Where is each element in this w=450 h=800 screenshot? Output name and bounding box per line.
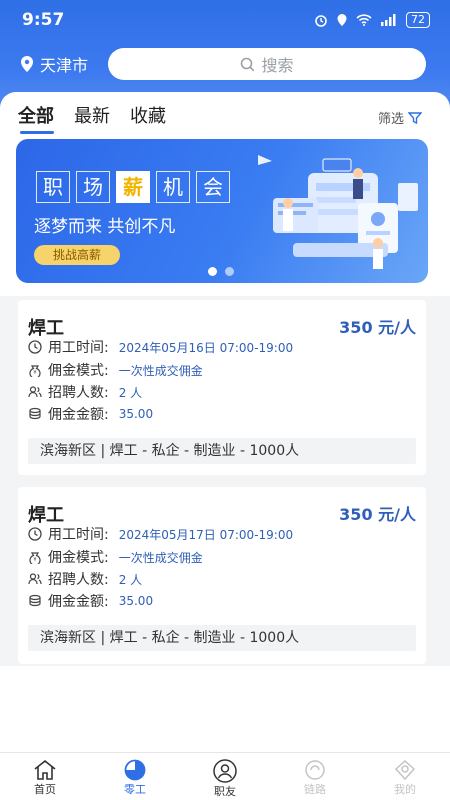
job-amount-value: 35.00 bbox=[118, 407, 154, 421]
signal-icon bbox=[381, 14, 396, 26]
nav-gig[interactable]: 零工 bbox=[90, 753, 180, 800]
money-bag-icon: ¥ bbox=[29, 365, 41, 377]
job-amount-label: 佣金金额: bbox=[48, 594, 109, 610]
person-icon bbox=[213, 759, 237, 783]
job-amount-row: 佣金金额: 35.00 bbox=[28, 591, 153, 611]
nav-mine[interactable]: 我的 bbox=[360, 753, 450, 800]
filter-button[interactable]: 筛选 bbox=[378, 108, 422, 127]
job-mode-row: ¥ 佣金模式: 一次性成交佣金 bbox=[28, 547, 203, 567]
job-time-value: 2024年05月16日 07:00-19:00 bbox=[118, 340, 294, 355]
wifi-icon bbox=[356, 14, 372, 26]
job-mode-value: 一次性成交佣金 bbox=[118, 363, 203, 378]
job-amount-value: 35.00 bbox=[118, 594, 154, 608]
promo-banner[interactable]: 职 场 薪 机 会 逐梦而来 共创不凡 挑战高薪 bbox=[16, 139, 428, 283]
job-count-value: 2 人 bbox=[118, 572, 143, 587]
carousel-dot[interactable] bbox=[225, 267, 234, 276]
filter-tabs: 全部 最新 收藏 bbox=[18, 102, 166, 134]
job-time-label: 用工时间: bbox=[48, 340, 109, 356]
search-input[interactable]: 搜索 bbox=[108, 48, 426, 80]
people-icon bbox=[28, 573, 42, 585]
search-icon bbox=[241, 57, 255, 71]
banner-char: 会 bbox=[196, 171, 230, 203]
city-selector[interactable]: 天津市 bbox=[20, 52, 88, 76]
svg-text:¥: ¥ bbox=[33, 370, 36, 376]
nav-link-label: 链路 bbox=[304, 783, 326, 796]
nav-friends[interactable]: 职友 bbox=[180, 753, 270, 800]
svg-text:¥: ¥ bbox=[33, 557, 36, 563]
banner-title: 职 场 薪 机 会 bbox=[36, 171, 230, 203]
nav-gig-label: 零工 bbox=[124, 783, 146, 796]
battery-indicator: 72 bbox=[406, 12, 430, 28]
user-icon bbox=[394, 759, 416, 781]
coins-icon bbox=[29, 594, 41, 607]
status-bar: 9:57 72 bbox=[0, 0, 450, 40]
banner-char: 职 bbox=[36, 171, 70, 203]
job-card[interactable]: 焊工 350 元/人 用工时间: 2024年05月17日 07:00-19:00… bbox=[18, 487, 426, 664]
job-mode-row: ¥ 佣金模式: 一次性成交佣金 bbox=[28, 360, 203, 380]
job-count-value: 2 人 bbox=[118, 385, 143, 400]
job-count-row: 招聘人数: 2 人 bbox=[28, 569, 142, 589]
job-mode-label: 佣金模式: bbox=[48, 363, 109, 379]
job-amount-row: 佣金金额: 35.00 bbox=[28, 404, 153, 424]
job-time-row: 用工时间: 2024年05月16日 07:00-19:00 bbox=[28, 337, 293, 357]
home-icon bbox=[34, 759, 56, 780]
job-mode-value: 一次性成交佣金 bbox=[118, 550, 203, 565]
location-pin-icon bbox=[21, 56, 33, 72]
job-count-row: 招聘人数: 2 人 bbox=[28, 382, 142, 402]
location-search-bar: 天津市 搜索 bbox=[0, 46, 450, 82]
nav-mine-label: 我的 bbox=[394, 783, 416, 796]
job-time-row: 用工时间: 2024年05月17日 07:00-19:00 bbox=[28, 524, 293, 544]
coins-icon bbox=[29, 407, 41, 420]
tab-latest[interactable]: 最新 bbox=[74, 102, 110, 128]
job-count-label: 招聘人数: bbox=[48, 572, 109, 588]
banner-char: 场 bbox=[76, 171, 110, 203]
tab-all[interactable]: 全部 bbox=[18, 102, 54, 134]
pie-icon bbox=[124, 759, 146, 781]
job-count-label: 招聘人数: bbox=[48, 385, 109, 401]
bottom-nav: 首页 零工 职友 链路 我的 bbox=[0, 752, 450, 800]
clock-icon bbox=[28, 340, 42, 354]
banner-cta-button[interactable]: 挑战高薪 bbox=[34, 245, 120, 265]
link-icon bbox=[305, 760, 325, 780]
carousel-dots bbox=[208, 267, 234, 276]
status-time: 9:57 bbox=[22, 10, 65, 30]
job-pay: 350 元/人 bbox=[339, 505, 416, 524]
alarm-icon bbox=[315, 15, 327, 27]
job-amount-label: 佣金金额: bbox=[48, 407, 109, 423]
banner-subtitle: 逐梦而来 共创不凡 bbox=[34, 217, 176, 237]
filter-icon bbox=[408, 111, 422, 124]
nav-link[interactable]: 链路 bbox=[270, 753, 360, 800]
people-icon bbox=[28, 386, 42, 398]
job-card[interactable]: 焊工 350 元/人 用工时间: 2024年05月16日 07:00-19:00… bbox=[18, 300, 426, 475]
job-time-value: 2024年05月17日 07:00-19:00 bbox=[118, 527, 294, 542]
job-tagline: 滨海新区 | 焊工 - 私企 - 制造业 - 1000人 bbox=[28, 438, 416, 464]
job-mode-label: 佣金模式: bbox=[48, 550, 109, 566]
nav-home-label: 首页 bbox=[34, 783, 56, 796]
job-tagline: 滨海新区 | 焊工 - 私企 - 制造业 - 1000人 bbox=[28, 625, 416, 651]
search-placeholder: 搜索 bbox=[261, 56, 294, 75]
system-icons: 72 bbox=[314, 12, 430, 28]
job-time-label: 用工时间: bbox=[48, 527, 109, 543]
recruitment-illustration bbox=[258, 155, 418, 269]
city-label: 天津市 bbox=[40, 56, 89, 75]
filter-label: 筛选 bbox=[377, 112, 404, 127]
job-pay: 350 元/人 bbox=[339, 318, 416, 337]
banner-char-highlight: 薪 bbox=[116, 171, 150, 203]
money-bag-icon: ¥ bbox=[29, 552, 41, 564]
carousel-dot[interactable] bbox=[208, 267, 217, 276]
nav-friends-label: 职友 bbox=[214, 785, 236, 798]
nav-home[interactable]: 首页 bbox=[0, 753, 90, 800]
clock-icon bbox=[28, 527, 42, 541]
location-status-icon bbox=[337, 14, 347, 26]
banner-char: 机 bbox=[156, 171, 190, 203]
tab-favorites[interactable]: 收藏 bbox=[130, 102, 166, 128]
